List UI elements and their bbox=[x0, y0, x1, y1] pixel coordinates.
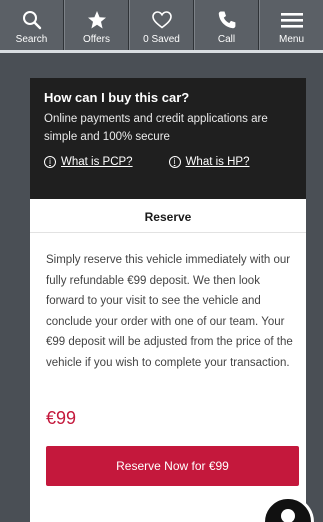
buy-info-panel: How can I buy this car? Online payments … bbox=[30, 78, 306, 199]
info-icon: i bbox=[168, 156, 181, 168]
nav-label: 0 Saved bbox=[143, 34, 180, 45]
hamburger-icon bbox=[280, 9, 303, 31]
nav-search-button[interactable]: Search bbox=[0, 0, 64, 50]
nav-saved-button[interactable]: 0 Saved bbox=[129, 0, 194, 50]
search-icon bbox=[21, 9, 43, 31]
reserve-heading: Reserve bbox=[144, 210, 192, 224]
deposit-price: €99 bbox=[46, 408, 77, 428]
nav-call-button[interactable]: Call bbox=[194, 0, 259, 50]
info-icon: i bbox=[44, 156, 56, 168]
nav-label: Offers bbox=[82, 34, 111, 45]
divider bbox=[30, 232, 306, 233]
chat-icon bbox=[281, 509, 295, 522]
nav-offers-button[interactable]: Offers bbox=[64, 0, 129, 50]
top-navigation: Search Offers 0 Saved Call Menu bbox=[0, 0, 323, 53]
link-label: What is PCP? bbox=[61, 156, 133, 168]
finance-help-links: i What is PCP? i What is HP? bbox=[44, 156, 292, 168]
link-label: What is HP? bbox=[185, 156, 250, 168]
buy-panel-body: Online payments and credit applications … bbox=[44, 113, 268, 143]
nav-label: Menu bbox=[278, 34, 304, 45]
purchase-card: How can I buy this car? Online payments … bbox=[30, 78, 306, 522]
reserve-description: Simply reserve this vehicle immediately … bbox=[46, 254, 293, 369]
what-is-hp-link[interactable]: i What is HP? bbox=[168, 156, 250, 168]
phone-icon bbox=[216, 9, 238, 31]
heart-icon bbox=[151, 9, 173, 31]
reserve-now-button[interactable]: Reserve Now for €99 bbox=[46, 446, 299, 486]
star-icon bbox=[86, 9, 108, 31]
nav-label: Search bbox=[15, 34, 48, 45]
buy-panel-title: How can I buy this car? bbox=[44, 90, 190, 105]
what-is-pcp-link[interactable]: i What is PCP? bbox=[44, 156, 133, 168]
nav-label: Call bbox=[217, 34, 236, 45]
nav-menu-button[interactable]: Menu bbox=[259, 0, 323, 50]
